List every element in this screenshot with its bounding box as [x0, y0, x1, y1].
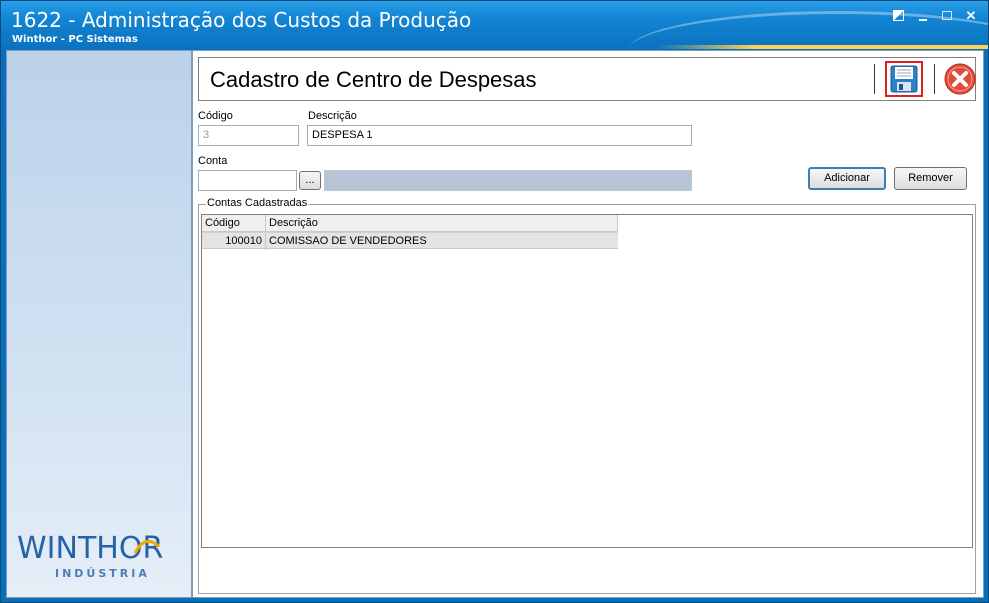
column-header-descricao[interactable]: Descrição [266, 215, 618, 232]
contas-grid[interactable]: Código Descrição 100010 COMISSAO DE VEND… [201, 214, 973, 548]
descricao-field[interactable]: DESPESA 1 [307, 125, 692, 146]
descricao-label: Descrição [308, 110, 357, 122]
conta-label: Conta [198, 155, 228, 167]
table-row[interactable]: 100010 COMISSAO DE VENDEDORES [202, 232, 618, 250]
floppy-disk-icon [890, 65, 918, 93]
group-label: Contas Cadastradas [206, 197, 309, 209]
row-descricao-cell: COMISSAO DE VENDEDORES [269, 235, 427, 247]
header-separator-2 [934, 64, 935, 94]
logo-arc-icon [133, 539, 161, 554]
form-header: Cadastro de Centro de Despesas [198, 57, 976, 101]
window-title: 1622 - Administração dos Custos da Produ… [11, 8, 472, 32]
form-title: Cadastro de Centro de Despesas [210, 67, 537, 92]
conta-field[interactable] [198, 170, 297, 191]
adicionar-button[interactable]: Adicionar [808, 167, 886, 190]
form-panel: Cadastro de Centro de Despesas Código 3 … [192, 50, 984, 598]
header-separator [874, 64, 875, 94]
row-codigo-cell: 100010 [202, 233, 266, 250]
close-form-button[interactable] [943, 62, 977, 96]
minimize-icon[interactable] [916, 9, 930, 23]
remover-button[interactable]: Remover [894, 167, 967, 190]
side-panel: WINTHOR INDÚSTRIA [6, 50, 192, 598]
close-window-icon[interactable]: ✕ [964, 9, 978, 23]
winthor-logo: WINTHOR INDÚSTRIA [13, 529, 187, 585]
logo-sub-text: INDÚSTRIA [55, 567, 150, 580]
codigo-field[interactable]: 3 [198, 125, 299, 146]
close-circle-icon [944, 63, 976, 95]
window-subtitle: Winthor - PC Sistemas [12, 34, 138, 45]
window-controls: ✕ [892, 9, 978, 23]
column-header-codigo[interactable]: Código [202, 215, 266, 232]
save-button[interactable] [885, 61, 923, 97]
title-accent-line [656, 45, 988, 49]
app-window: 1622 - Administração dos Custos da Produ… [0, 0, 989, 603]
restore-icon[interactable] [892, 9, 906, 23]
title-bar[interactable]: 1622 - Administração dos Custos da Produ… [1, 1, 988, 49]
maximize-icon[interactable] [940, 9, 954, 23]
codigo-label: Código [198, 110, 233, 122]
grid-header: Código Descrição [202, 215, 618, 232]
conta-description-field [324, 170, 692, 191]
contas-cadastradas-group: Contas Cadastradas Código Descrição 1000… [198, 197, 976, 594]
conta-lookup-button[interactable]: ... [299, 171, 321, 190]
